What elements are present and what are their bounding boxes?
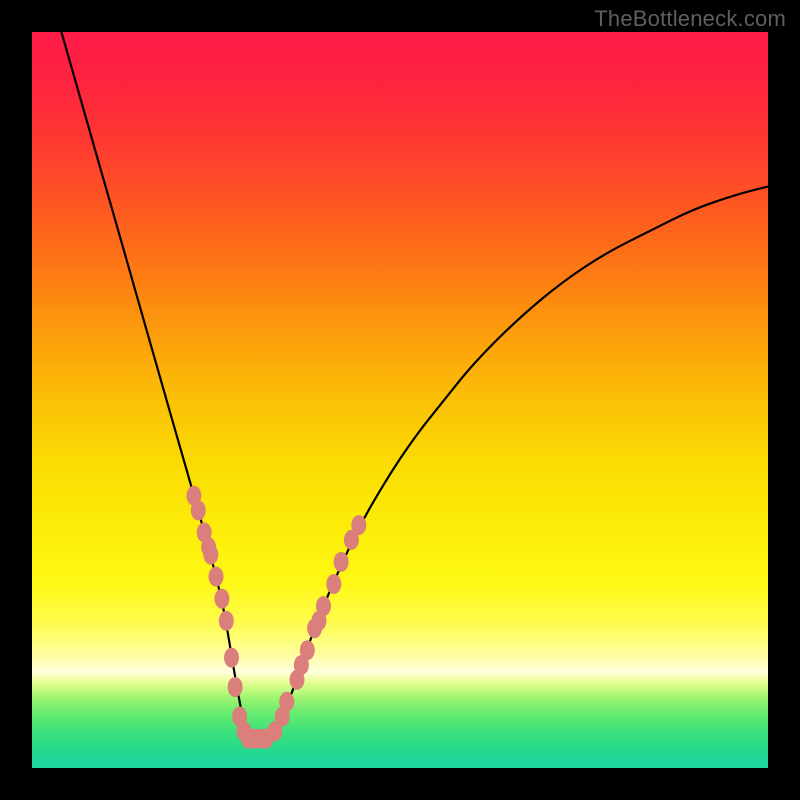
plot-area — [32, 32, 768, 768]
data-marker — [219, 611, 234, 631]
data-marker — [279, 692, 294, 712]
data-marker — [203, 545, 218, 565]
data-marker — [228, 677, 243, 697]
data-marker — [224, 648, 239, 668]
chart-frame: TheBottleneck.com — [0, 0, 800, 800]
data-marker — [191, 500, 206, 520]
data-marker — [326, 574, 341, 594]
bottleneck-curve — [61, 32, 768, 739]
data-marker — [214, 589, 229, 609]
curve-layer — [32, 32, 768, 768]
data-marker — [316, 596, 331, 616]
watermark-text: TheBottleneck.com — [594, 6, 786, 32]
data-marker — [351, 515, 366, 535]
data-marker — [334, 552, 349, 572]
data-marker — [209, 567, 224, 587]
data-marker — [300, 640, 315, 660]
marker-group — [186, 486, 366, 749]
